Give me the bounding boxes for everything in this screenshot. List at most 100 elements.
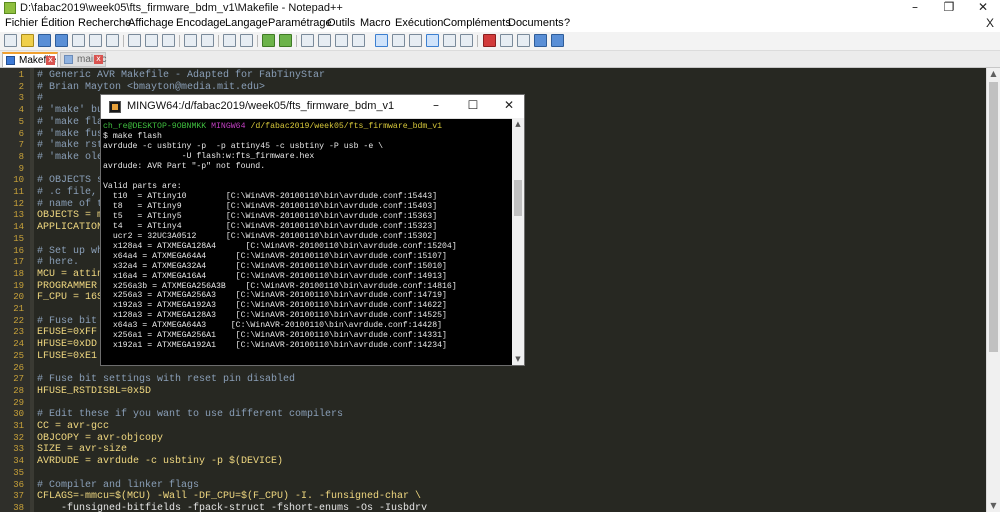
scrollbar-thumb[interactable] xyxy=(514,180,522,216)
scroll-up-arrow-icon[interactable]: ▲ xyxy=(987,68,1000,80)
user-defined-language-icon[interactable] xyxy=(392,34,405,47)
line-number: 1 xyxy=(18,70,24,80)
scroll-down-arrow-icon[interactable]: ▼ xyxy=(987,500,1000,512)
line-number: 10 xyxy=(13,175,24,186)
code-line: SIZE = avr-size xyxy=(37,444,128,456)
close-tab-icon[interactable]: x xyxy=(46,56,55,65)
save-macro-icon[interactable] xyxy=(551,34,564,47)
copy-icon[interactable] xyxy=(145,34,158,47)
indent-guide-icon[interactable] xyxy=(375,34,388,47)
line-number: 5 xyxy=(18,116,24,127)
line-number: 29 xyxy=(13,397,24,408)
sync-vertical-scroll-icon[interactable] xyxy=(301,34,314,47)
line-number: 22 xyxy=(13,315,24,326)
line-number: 33 xyxy=(13,444,24,455)
show-all-characters-icon[interactable] xyxy=(352,34,365,47)
function-list-icon[interactable] xyxy=(426,34,439,47)
maximize-button[interactable]: ❐ xyxy=(932,0,966,16)
title-bar: D:\fabac2019\week05\fts_firmware_bdm_v1\… xyxy=(0,0,1000,16)
close-document-button[interactable]: X xyxy=(986,16,994,30)
undo-icon[interactable] xyxy=(184,34,197,47)
terminal-output[interactable]: ch_re@DESKTOP-9OBNMKK MINGW64 /d/fabac20… xyxy=(103,120,511,365)
word-wrap-icon[interactable] xyxy=(335,34,348,47)
save-all-icon[interactable] xyxy=(55,34,68,47)
menu-fichier[interactable]: Fichier xyxy=(5,17,38,29)
line-number: 19 xyxy=(13,280,24,291)
print-icon[interactable] xyxy=(106,34,119,47)
close-tab-icon[interactable]: x xyxy=(94,55,103,64)
toolbar-separator xyxy=(179,35,180,47)
terminal-maximize-button[interactable]: ☐ xyxy=(458,97,488,115)
code-line: # .c file, xyxy=(37,187,98,198)
terminal-scrollbar[interactable]: ▲ ▼ xyxy=(512,118,524,365)
line-number: 24 xyxy=(13,339,24,350)
close-button[interactable]: ✕ xyxy=(966,0,1000,16)
menu-documents[interactable]: Documents xyxy=(508,17,564,29)
line-number: 32 xyxy=(13,432,24,443)
record-macro-icon[interactable] xyxy=(483,34,496,47)
monitoring-icon[interactable] xyxy=(460,34,473,47)
line-number: 31 xyxy=(13,421,24,431)
menu-edition[interactable]: Édition xyxy=(41,17,75,29)
menu-parametrage[interactable]: Paramétrage xyxy=(268,17,332,29)
minimize-button[interactable]: – xyxy=(898,0,932,16)
menu-recherche[interactable]: Recherche xyxy=(78,17,131,29)
find-icon[interactable] xyxy=(223,34,236,47)
menu-execution[interactable]: Exécution xyxy=(395,17,443,29)
terminal-line: t10 = ATtiny10 [C:\WinAVR-20100110\bin\a… xyxy=(103,191,438,201)
line-number: 36 xyxy=(13,479,24,490)
menu-bar: Fichier Édition Recherche Affichage Enco… xyxy=(0,16,1000,32)
line-number: 26 xyxy=(13,362,24,373)
scrollbar-thumb[interactable] xyxy=(989,82,998,352)
zoom-in-icon[interactable] xyxy=(262,34,275,47)
new-file-icon[interactable] xyxy=(4,34,17,47)
menu-help[interactable]: ? xyxy=(564,17,570,29)
toolbar xyxy=(0,32,1000,51)
line-number: 11 xyxy=(13,187,24,197)
paste-icon[interactable] xyxy=(162,34,175,47)
menu-macro[interactable]: Macro xyxy=(360,17,391,29)
folder-as-workspace-icon[interactable] xyxy=(443,34,456,47)
playback-macro-icon[interactable] xyxy=(517,34,530,47)
menu-outils[interactable]: Outils xyxy=(327,17,355,29)
menu-affichage[interactable]: Affichage xyxy=(128,17,174,29)
scroll-down-arrow-icon[interactable]: ▼ xyxy=(512,353,524,365)
code-line: OBJECTS = m xyxy=(37,210,104,222)
code-line: # 'make fla xyxy=(37,116,104,128)
terminal-prompt: ch_re@DESKTOP-9OBNMKK MINGW64 /d/fabac20… xyxy=(103,122,442,132)
scroll-up-arrow-icon[interactable]: ▲ xyxy=(512,118,524,130)
zoom-out-icon[interactable] xyxy=(279,34,292,47)
terminal-line: avrdude -c usbtiny -p -p attiny45 -c usb… xyxy=(103,141,384,151)
editor-vertical-scrollbar[interactable]: ▲ ▼ xyxy=(986,68,1000,512)
mingw-terminal-window[interactable]: MINGW64:/d/fabac2019/week05/fts_firmware… xyxy=(100,94,525,366)
sync-horizontal-scroll-icon[interactable] xyxy=(318,34,331,47)
close-file-icon[interactable] xyxy=(72,34,85,47)
line-number: 8 xyxy=(18,151,24,162)
close-all-icon[interactable] xyxy=(89,34,102,47)
code-line: F_CPU = 16S xyxy=(37,292,104,304)
terminal-line: x192a3 = ATXMEGA192A3 [C:\WinAVR-2010011… xyxy=(103,301,447,311)
menu-langage[interactable]: Langage xyxy=(225,17,268,29)
save-icon[interactable] xyxy=(38,34,51,47)
open-file-icon[interactable] xyxy=(21,34,34,47)
terminal-close-button[interactable]: ✕ xyxy=(494,97,524,115)
tab-main-c[interactable]: main.c x xyxy=(60,52,106,67)
tab-makefile[interactable]: Makefile x xyxy=(2,52,58,67)
code-line: # OBJECTS s xyxy=(37,175,104,187)
code-line: # Set up wh xyxy=(37,245,104,257)
terminal-minimize-button[interactable]: – xyxy=(421,97,451,115)
stop-recording-icon[interactable] xyxy=(500,34,513,47)
line-number: 17 xyxy=(13,257,24,268)
run-macro-multiple-icon[interactable] xyxy=(534,34,547,47)
code-line: # Edit these if you want to use differen… xyxy=(37,409,344,421)
replace-icon[interactable] xyxy=(240,34,253,47)
redo-icon[interactable] xyxy=(201,34,214,47)
notepadpp-app-icon xyxy=(4,2,16,14)
menu-encodage[interactable]: Encodage xyxy=(176,17,226,29)
code-line: MCU = attin xyxy=(37,268,104,280)
code-line: HFUSE=0xDD xyxy=(37,339,98,351)
menu-complements[interactable]: Compléments xyxy=(443,17,511,29)
prompt-user: ch_re@DESKTOP-9OBNMKK xyxy=(103,122,207,131)
document-map-icon[interactable] xyxy=(409,34,422,47)
cut-icon[interactable] xyxy=(128,34,141,47)
